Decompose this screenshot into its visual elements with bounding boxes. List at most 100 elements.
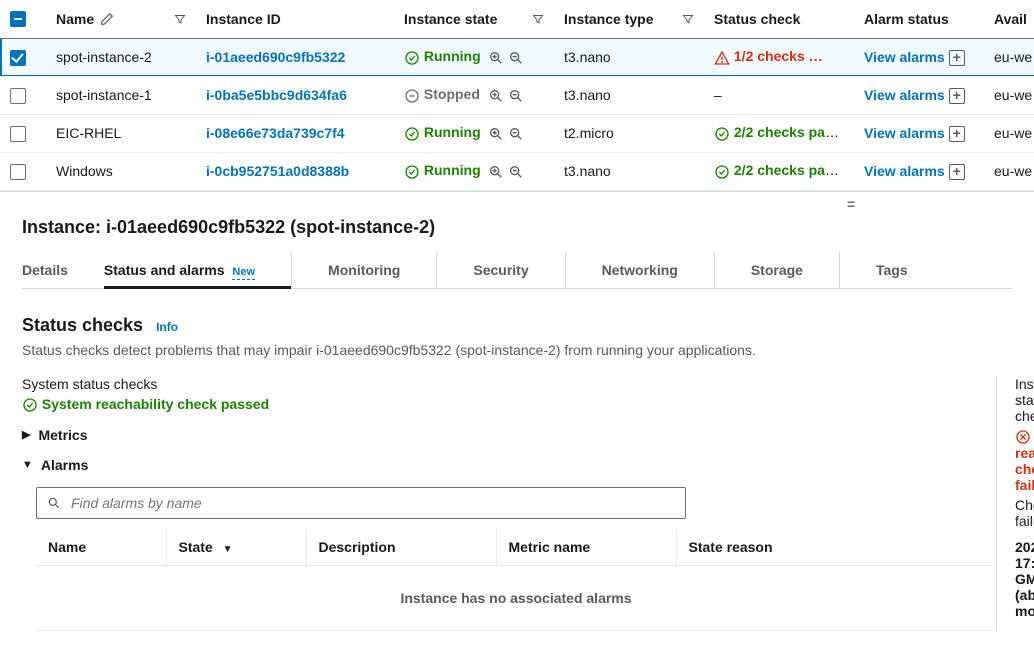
status-check-value: 1/2 checks …	[714, 48, 823, 64]
new-badge: New	[232, 266, 255, 280]
alarms-table: Name State ▼ Description Metric name Sta…	[36, 529, 996, 631]
instance-id-link[interactable]: i-08e66e73da739c7f4	[206, 125, 345, 141]
table-row[interactable]: spot-instance-2 i-01aeed690c9fb5322 Runni…	[0, 38, 1034, 76]
zoom-in-icon[interactable]	[488, 164, 504, 180]
alarm-col-state-label: State	[179, 539, 213, 555]
info-link[interactable]: Info	[156, 320, 178, 334]
status-check-value: 2/2 checks passed	[714, 124, 854, 140]
alarm-col-state[interactable]: State ▼	[166, 529, 306, 566]
view-alarms-link[interactable]: View alarms	[864, 49, 945, 65]
col-alarm-label: Alarm status	[864, 11, 949, 27]
col-id-label: Instance ID	[206, 11, 281, 27]
col-instance-state[interactable]: Instance state	[394, 0, 554, 38]
alarms-toggle[interactable]: ▼ Alarms	[22, 457, 996, 473]
table-row[interactable]: spot-instance-1i-0ba5e5bbc9d634fa6 Stopp…	[0, 76, 1034, 114]
select-all-checkbox[interactable]	[10, 11, 26, 27]
check-circle-icon	[404, 164, 420, 180]
state-value: Running	[404, 124, 481, 140]
search-icon	[47, 496, 61, 510]
row-checkbox[interactable]	[10, 164, 26, 180]
add-alarm-button[interactable]: +	[949, 126, 965, 142]
col-instance-type[interactable]: Instance type	[554, 0, 704, 38]
status-checks-desc: Status checks detect problems that may i…	[22, 342, 1012, 358]
filter-icon[interactable]	[532, 13, 544, 25]
instance-name: EIC-RHEL	[46, 114, 196, 152]
alarm-col-description[interactable]: Description	[306, 529, 496, 566]
instance-id-link[interactable]: i-0ba5e5bbc9d634fa6	[206, 87, 347, 103]
alarm-col-metric[interactable]: Metric name	[496, 529, 676, 566]
add-alarm-button[interactable]: +	[949, 164, 965, 180]
drag-handle-icon[interactable]: =	[847, 196, 857, 212]
system-status-heading: System status checks	[22, 376, 996, 392]
filter-icon[interactable]	[174, 13, 186, 25]
select-all-header[interactable]	[0, 0, 46, 38]
zoom-in-icon[interactable]	[488, 88, 504, 104]
row-checkbox[interactable]	[10, 50, 26, 66]
status-checks-heading: Status checks Info	[22, 315, 1012, 336]
metrics-toggle[interactable]: ▶ Metrics	[22, 427, 996, 443]
check-circle-icon	[22, 397, 38, 413]
view-alarms-link[interactable]: View alarms	[864, 125, 945, 141]
row-checkbox[interactable]	[10, 88, 26, 104]
col-name[interactable]: Name	[46, 0, 196, 38]
tab-monitoring[interactable]: Monitoring	[328, 252, 437, 288]
col-instance-id[interactable]: Instance ID	[196, 0, 394, 38]
col-state-label: Instance state	[404, 11, 497, 27]
col-alarm-status[interactable]: Alarm status	[854, 0, 984, 38]
instance-type-value: t3.nano	[554, 76, 704, 114]
detail-panel: Instance: i-01aeed690c9fb5322 (spot-inst…	[0, 207, 1034, 651]
view-alarms-link[interactable]: View alarms	[864, 87, 945, 103]
check-circle-icon	[404, 50, 420, 66]
tab-details[interactable]: Details	[22, 252, 68, 288]
instance-id-link[interactable]: i-01aeed690c9fb5322	[206, 49, 345, 65]
availability-zone: eu-we	[984, 114, 1034, 152]
panel-title: Instance: i-01aeed690c9fb5322 (spot-inst…	[22, 217, 1012, 238]
filter-icon[interactable]	[682, 13, 694, 25]
tab-tags[interactable]: Tags	[876, 252, 908, 288]
zoom-out-icon[interactable]	[508, 88, 524, 104]
availability-zone: eu-we	[984, 76, 1034, 114]
panel-splitter[interactable]: =	[0, 191, 1034, 207]
instance-name: spot-instance-2	[46, 38, 196, 76]
col-az-label: Avail	[994, 11, 1027, 27]
alarm-col-reason[interactable]: State reason	[676, 529, 996, 566]
tab-storage[interactable]: Storage	[751, 252, 840, 288]
col-availability[interactable]: Avail	[984, 0, 1034, 38]
view-alarms-link[interactable]: View alarms	[864, 163, 945, 179]
zoom-out-icon[interactable]	[508, 164, 524, 180]
instance-type-value: t3.nano	[554, 38, 704, 76]
alarm-search[interactable]	[36, 487, 686, 519]
col-status-check[interactable]: Status check	[704, 0, 854, 38]
state-value: Running	[404, 162, 481, 178]
col-type-label: Instance type	[564, 11, 653, 27]
tab-security[interactable]: Security	[473, 252, 565, 288]
caret-down-icon: ▼	[22, 459, 33, 471]
caret-right-icon: ▶	[22, 428, 30, 441]
sort-desc-icon: ▼	[223, 544, 233, 555]
tab-status-alarms[interactable]: Status and alarms New	[104, 252, 292, 288]
tab-networking[interactable]: Networking	[602, 252, 715, 288]
zoom-out-icon[interactable]	[508, 126, 524, 142]
state-value: Running	[404, 48, 481, 64]
add-alarm-button[interactable]: +	[949, 88, 965, 104]
alarms-label: Alarms	[41, 457, 88, 473]
alarm-col-name[interactable]: Name	[36, 529, 166, 566]
zoom-in-icon[interactable]	[488, 126, 504, 142]
table-row[interactable]: EIC-RHELi-08e66e73da739c7f4 Running t2.m…	[0, 114, 1034, 152]
error-circle-icon	[1015, 429, 1031, 445]
check-circle-icon	[714, 164, 730, 180]
status-check-value: 2/2 checks passed	[714, 162, 854, 178]
system-status-text: System reachability check passed	[42, 396, 269, 412]
edit-icon[interactable]	[100, 12, 114, 26]
warning-icon	[714, 50, 730, 66]
add-alarm-button[interactable]: +	[949, 50, 965, 66]
alarm-search-input[interactable]	[69, 494, 675, 512]
instance-status-value: Instance reachability check failed	[1015, 428, 1034, 493]
zoom-out-icon[interactable]	[508, 50, 524, 66]
zoom-in-icon[interactable]	[488, 50, 504, 66]
table-row[interactable]: Windowsi-0cb952751a0d8388b Running t3.na…	[0, 152, 1034, 190]
failure-label: Check failure at	[1015, 497, 1034, 529]
row-checkbox[interactable]	[10, 126, 26, 142]
instance-type-value: t3.nano	[554, 152, 704, 190]
instance-id-link[interactable]: i-0cb952751a0d8388b	[206, 163, 349, 179]
